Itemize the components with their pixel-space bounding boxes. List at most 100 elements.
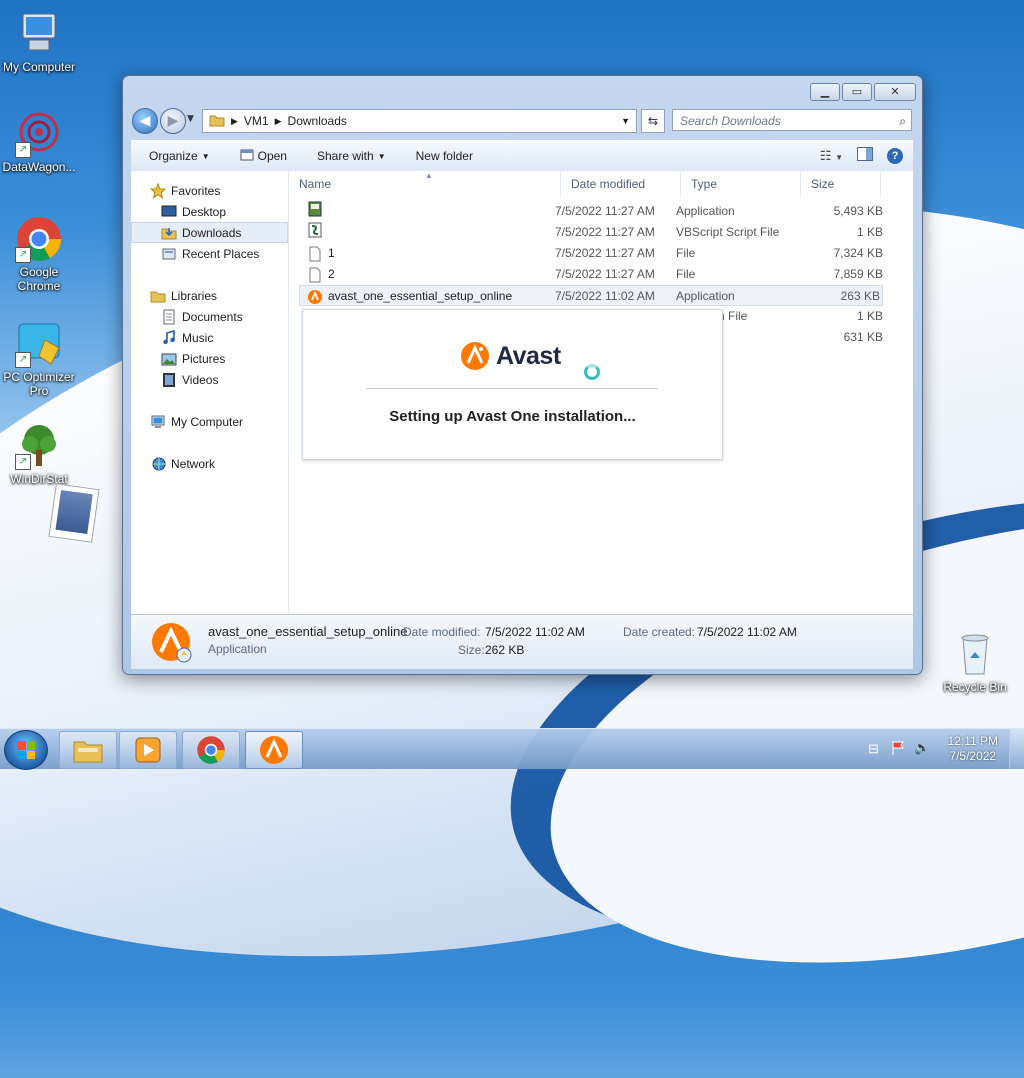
generic-file-icon xyxy=(309,267,321,282)
network-icon xyxy=(152,457,166,470)
search-icon[interactable]: ⌕ xyxy=(899,110,906,132)
windirstat-icon: ↗ xyxy=(15,422,63,470)
desktop-icon-google-chrome[interactable]: ↗ Google Chrome xyxy=(0,215,81,293)
clock[interactable]: 12:11 PM 7/5/2022 xyxy=(948,734,998,764)
desktop-dragged-item[interactable] xyxy=(48,483,100,543)
organize-button[interactable]: Organize ▼ xyxy=(149,149,210,163)
start-button[interactable] xyxy=(4,730,48,770)
minimize-button[interactable]: ▁ xyxy=(810,83,840,101)
pc-optimizer-icon: ↗ xyxy=(15,320,63,368)
file-row[interactable]: 7/5/2022 11:27 AM VBScript Script File 1… xyxy=(299,222,883,243)
nav-item-favorites[interactable]: Favorites xyxy=(131,180,307,201)
details-date-created: 7/5/2022 11:02 AM xyxy=(697,625,797,639)
address-dropdown-icon[interactable]: ▼ xyxy=(621,116,630,126)
clock-date: 7/5/2022 xyxy=(949,749,997,763)
open-icon xyxy=(240,148,254,165)
file-row[interactable]: 7/5/2022 11:27 AM Application 5,493 KB xyxy=(299,201,883,222)
desktop-icon-label: PC Optimizer Pro xyxy=(3,370,75,398)
chrome-icon xyxy=(197,736,225,764)
avast-brand-text: Avast xyxy=(496,341,561,370)
avast-logo-icon xyxy=(461,342,489,370)
folder-icon xyxy=(209,113,225,130)
desktop-icon-my-computer[interactable]: My Computer xyxy=(0,10,81,74)
desktop-icon-windirstat[interactable]: ↗ WinDirStat xyxy=(0,422,81,486)
file-row-selected[interactable]: avast_one_essential_setup_online 7/5/202… xyxy=(299,285,883,306)
computer-icon xyxy=(15,10,63,58)
preview-pane-button[interactable] xyxy=(857,147,873,164)
refresh-button[interactable]: ⇆ xyxy=(641,109,665,133)
view-options-button[interactable]: ☷ ▼ xyxy=(820,148,843,164)
downloads-folder-icon xyxy=(161,227,177,239)
nav-item-downloads[interactable]: Downloads xyxy=(131,222,288,243)
taskbar-avast-button[interactable] xyxy=(245,731,303,769)
back-button[interactable]: ◀ xyxy=(132,108,158,134)
breadcrumb[interactable]: ▶ VM1 ▶ Downloads ▼ xyxy=(202,109,637,133)
desktop-icon-pc-optimizer-pro[interactable]: ↗ PC Optimizer Pro xyxy=(0,320,81,398)
chrome-icon: ↗ xyxy=(15,215,63,263)
shortcut-arrow-icon: ↗ xyxy=(15,247,31,263)
star-icon xyxy=(150,182,166,199)
desktop-icon xyxy=(161,205,177,216)
search-input[interactable]: Search Downloads ⌕ xyxy=(672,109,912,131)
action-center-flag-icon[interactable] xyxy=(891,740,905,759)
desktop-icon-datawagon[interactable]: ↗ DataWagon... xyxy=(0,110,81,174)
details-file-type: Application xyxy=(208,642,267,656)
breadcrumb-item-downloads[interactable]: Downloads xyxy=(288,114,347,128)
open-button[interactable]: Open xyxy=(240,148,287,165)
videos-icon xyxy=(163,372,175,387)
command-bar: Organize ▼ Open Share with ▼ New folder ☷ … xyxy=(131,140,913,172)
divider xyxy=(366,388,658,389)
volume-icon[interactable]: 🔈 xyxy=(914,740,930,756)
folder-icon xyxy=(73,741,103,763)
share-with-button[interactable]: Share with ▼ xyxy=(317,149,386,163)
recent-places-icon xyxy=(162,248,176,259)
nav-item-network[interactable]: Network xyxy=(131,453,307,474)
windows-logo-icon xyxy=(17,741,35,759)
taskbar-explorer-button[interactable] xyxy=(59,731,117,769)
column-header-size[interactable]: Size xyxy=(801,171,881,197)
nav-item-my-computer[interactable]: My Computer xyxy=(131,411,307,432)
taskbar-chrome-button[interactable] xyxy=(182,731,240,769)
details-date-created-label: Date created: xyxy=(623,625,696,639)
computer-icon xyxy=(151,415,165,428)
network-tray-icon[interactable]: ⊟ xyxy=(868,741,879,757)
forward-button[interactable]: ▶ xyxy=(160,108,186,134)
nav-item-libraries[interactable]: Libraries xyxy=(131,285,307,306)
recycle-bin-icon xyxy=(951,630,999,678)
documents-icon xyxy=(163,309,175,324)
breadcrumb-item-vm1[interactable]: VM1 xyxy=(244,114,269,128)
file-row[interactable]: 2 7/5/2022 11:27 AM File 7,859 KB xyxy=(299,264,883,285)
search-placeholder: Search Downloads xyxy=(680,114,781,128)
new-folder-button[interactable]: New folder xyxy=(416,149,473,163)
taskbar-media-player-button[interactable] xyxy=(119,731,177,769)
window-controls: ▁ ▭ ✕ xyxy=(810,83,916,101)
desktop-icon-label: DataWagon... xyxy=(2,160,76,174)
installer-status-text: Setting up Avast One installation... xyxy=(389,408,636,425)
shortcut-arrow-icon: ↗ xyxy=(15,352,31,368)
details-size: 262 KB xyxy=(485,643,525,657)
details-size-label: Size: xyxy=(458,643,485,657)
column-header-date-modified[interactable]: Date modified xyxy=(561,171,681,197)
show-desktop-button[interactable] xyxy=(1009,729,1024,769)
file-row[interactable]: 1 7/5/2022 11:27 AM File 7,324 KB xyxy=(299,243,883,264)
avast-app-icon xyxy=(152,623,192,663)
system-tray: ⊟ 🔈 12:11 PM 7/5/2022 xyxy=(864,729,1024,769)
maximize-button[interactable]: ▭ xyxy=(842,83,872,101)
close-button[interactable]: ✕ xyxy=(874,83,916,101)
desktop-icon-recycle-bin[interactable]: Recycle Bin xyxy=(933,630,1017,694)
clock-time: 12:11 PM xyxy=(947,734,998,748)
shortcut-arrow-icon: ↗ xyxy=(15,142,31,158)
desktop-icon-label: My Computer xyxy=(2,60,76,74)
sort-indicator-icon: ▲ xyxy=(425,171,433,180)
details-date-modified-label: Date modified: xyxy=(403,625,481,639)
navigation-pane: Favorites Desktop Downloads Recent Place… xyxy=(131,171,289,614)
view-controls: ☷ ▼ ? xyxy=(820,147,903,164)
column-header-type[interactable]: Type xyxy=(681,171,801,197)
details-date-modified: 7/5/2022 11:02 AM xyxy=(485,625,585,639)
media-player-icon xyxy=(135,737,161,763)
avast-setup-icon xyxy=(308,289,322,304)
libraries-icon xyxy=(150,291,166,302)
details-file-name: avast_one_essential_setup_online xyxy=(208,624,408,639)
help-icon[interactable]: ? xyxy=(887,147,903,164)
recent-pages-dropdown[interactable]: ▼ xyxy=(187,114,194,124)
